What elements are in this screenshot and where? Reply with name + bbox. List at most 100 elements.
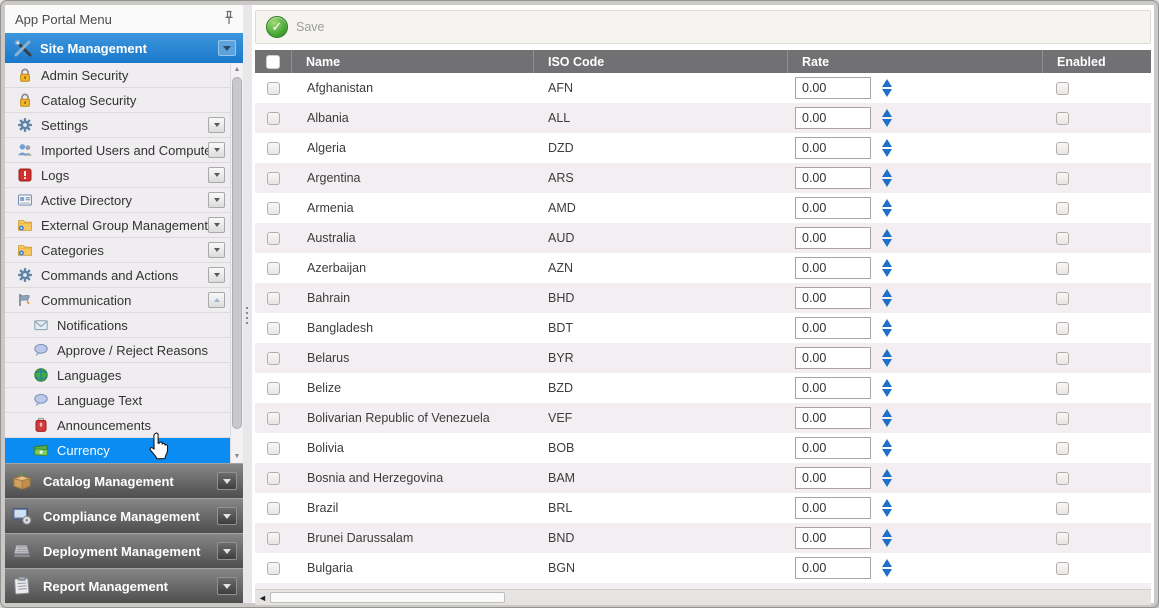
enabled-checkbox[interactable] — [1056, 472, 1069, 485]
row-checkbox[interactable] — [267, 232, 280, 245]
sidebar-item-active-directory[interactable]: Active Directory — [5, 188, 230, 213]
enabled-checkbox[interactable] — [1056, 112, 1069, 125]
row-checkbox[interactable] — [267, 202, 280, 215]
rate-spinner[interactable] — [882, 169, 892, 187]
rate-input[interactable] — [795, 227, 871, 249]
sidebar-item-languages[interactable]: Languages — [5, 363, 230, 388]
sidebar-item-language-text[interactable]: Language Text — [5, 388, 230, 413]
enabled-checkbox[interactable] — [1056, 142, 1069, 155]
item-dropdown-button[interactable] — [208, 142, 225, 158]
rate-input[interactable] — [795, 347, 871, 369]
rate-input[interactable] — [795, 407, 871, 429]
spinner-up-icon[interactable] — [882, 409, 892, 417]
spinner-down-icon[interactable] — [882, 479, 892, 487]
spinner-down-icon[interactable] — [882, 89, 892, 97]
section-dropdown-button[interactable] — [217, 472, 237, 490]
column-header-rate[interactable]: Rate — [787, 50, 1042, 73]
row-checkbox[interactable] — [267, 532, 280, 545]
enabled-checkbox[interactable] — [1056, 352, 1069, 365]
spinner-up-icon[interactable] — [882, 349, 892, 357]
enabled-checkbox[interactable] — [1056, 82, 1069, 95]
spinner-up-icon[interactable] — [882, 319, 892, 327]
enabled-checkbox[interactable] — [1056, 232, 1069, 245]
sidebar-item-catalog-security[interactable]: Catalog Security — [5, 88, 230, 113]
rate-input[interactable] — [795, 107, 871, 129]
spinner-up-icon[interactable] — [882, 139, 892, 147]
spinner-down-icon[interactable] — [882, 179, 892, 187]
rate-input[interactable] — [795, 497, 871, 519]
sidebar-item-logs[interactable]: Logs — [5, 163, 230, 188]
spinner-down-icon[interactable] — [882, 269, 892, 277]
row-checkbox[interactable] — [267, 142, 280, 155]
sidebar-item-imported-users-and-computers[interactable]: Imported Users and Computers — [5, 138, 230, 163]
enabled-checkbox[interactable] — [1056, 292, 1069, 305]
spinner-up-icon[interactable] — [882, 469, 892, 477]
spinner-down-icon[interactable] — [882, 569, 892, 577]
rate-spinner[interactable] — [882, 499, 892, 517]
rate-input[interactable] — [795, 317, 871, 339]
rate-spinner[interactable] — [882, 229, 892, 247]
row-checkbox[interactable] — [267, 82, 280, 95]
item-dropdown-button[interactable] — [208, 217, 225, 233]
spinner-up-icon[interactable] — [882, 199, 892, 207]
row-checkbox[interactable] — [267, 502, 280, 515]
spinner-up-icon[interactable] — [882, 259, 892, 267]
sidebar-item-external-group-management[interactable]: External Group Management — [5, 213, 230, 238]
select-all-checkbox[interactable] — [266, 55, 280, 69]
section-dropdown-button[interactable] — [217, 542, 237, 560]
rate-spinner[interactable] — [882, 139, 892, 157]
row-checkbox[interactable] — [267, 382, 280, 395]
spinner-up-icon[interactable] — [882, 289, 892, 297]
horizontal-scrollbar-thumb[interactable] — [270, 592, 505, 603]
enabled-checkbox[interactable] — [1056, 172, 1069, 185]
sidebar-section-report-management[interactable]: Report Management — [5, 568, 243, 603]
item-dropdown-button[interactable] — [208, 242, 225, 258]
row-checkbox[interactable] — [267, 352, 280, 365]
rate-spinner[interactable] — [882, 79, 892, 97]
column-header-enabled[interactable]: Enabled — [1042, 50, 1151, 73]
spinner-down-icon[interactable] — [882, 359, 892, 367]
row-checkbox[interactable] — [267, 322, 280, 335]
sidebar-item-communication[interactable]: Communication — [5, 288, 230, 313]
sidebar-scrollbar[interactable]: ▲ ▼ — [230, 63, 243, 463]
row-checkbox[interactable] — [267, 412, 280, 425]
scroll-down-icon[interactable]: ▼ — [231, 450, 243, 463]
rate-spinner[interactable] — [882, 409, 892, 427]
sidebar-item-settings[interactable]: Settings — [5, 113, 230, 138]
sidebar-item-categories[interactable]: Categories — [5, 238, 230, 263]
rate-spinner[interactable] — [882, 259, 892, 277]
rate-input[interactable] — [795, 437, 871, 459]
rate-input[interactable] — [795, 467, 871, 489]
spinner-up-icon[interactable] — [882, 499, 892, 507]
rate-spinner[interactable] — [882, 469, 892, 487]
spinner-down-icon[interactable] — [882, 509, 892, 517]
sidebar-item-notifications[interactable]: Notifications — [5, 313, 230, 338]
section-dropdown-button[interactable] — [217, 507, 237, 525]
spinner-down-icon[interactable] — [882, 149, 892, 157]
rate-input[interactable] — [795, 167, 871, 189]
sidebar-item-currency[interactable]: Currency — [5, 438, 230, 463]
spinner-down-icon[interactable] — [882, 419, 892, 427]
spinner-down-icon[interactable] — [882, 539, 892, 547]
save-button[interactable]: ✓ Save — [266, 16, 325, 38]
spinner-up-icon[interactable] — [882, 169, 892, 177]
spinner-up-icon[interactable] — [882, 379, 892, 387]
spinner-down-icon[interactable] — [882, 329, 892, 337]
spinner-down-icon[interactable] — [882, 449, 892, 457]
row-checkbox[interactable] — [267, 112, 280, 125]
enabled-checkbox[interactable] — [1056, 202, 1069, 215]
rate-input[interactable] — [795, 257, 871, 279]
rate-input[interactable] — [795, 527, 871, 549]
horizontal-scrollbar[interactable]: ◄ — [255, 589, 1151, 605]
row-checkbox[interactable] — [267, 562, 280, 575]
rate-input[interactable] — [795, 77, 871, 99]
rate-input[interactable] — [795, 287, 871, 309]
pin-icon[interactable] — [223, 10, 235, 29]
sidebar-section-deployment-management[interactable]: Deployment Management — [5, 533, 243, 568]
row-checkbox[interactable] — [267, 262, 280, 275]
enabled-checkbox[interactable] — [1056, 532, 1069, 545]
enabled-checkbox[interactable] — [1056, 442, 1069, 455]
item-dropdown-button[interactable] — [208, 267, 225, 283]
rate-spinner[interactable] — [882, 289, 892, 307]
rate-spinner[interactable] — [882, 109, 892, 127]
